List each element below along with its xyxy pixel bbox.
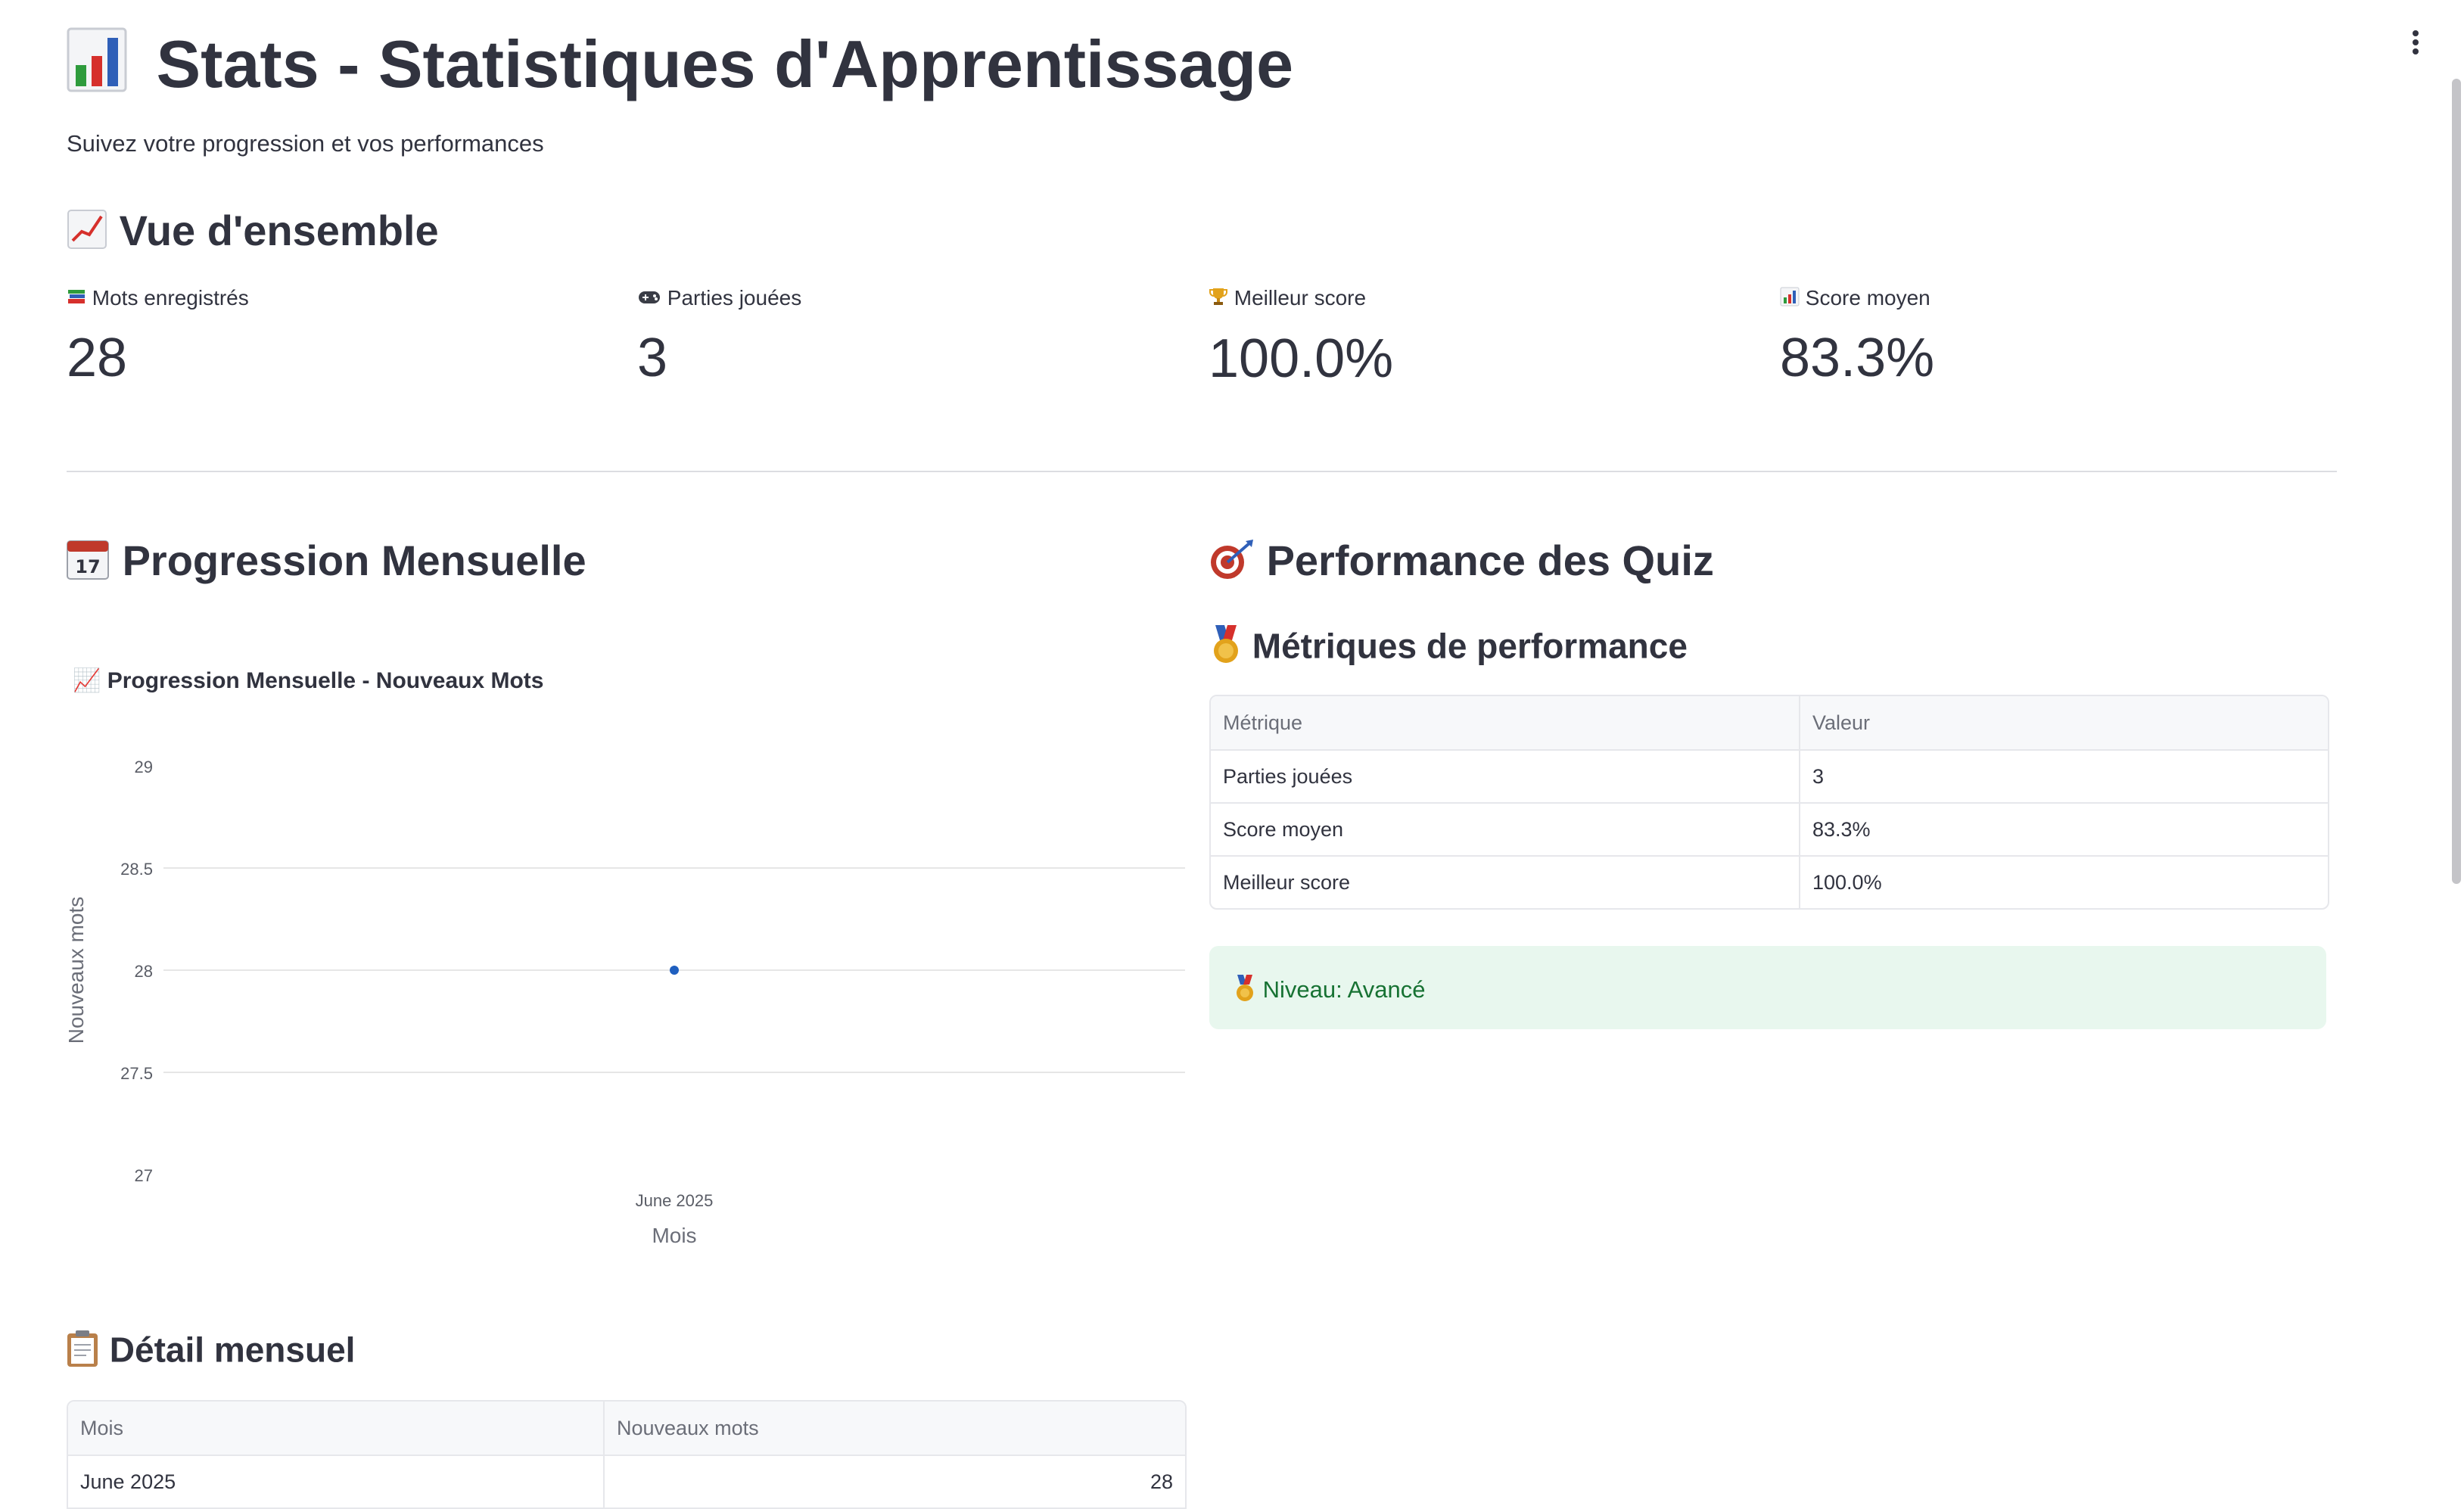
trophy-icon [1209, 286, 1228, 313]
bar-chart-icon [1780, 287, 1800, 312]
performance-metrics-heading: Métriques de performance [1209, 624, 1688, 674]
cell-new-words: 28 [603, 1455, 1185, 1507]
cell-metric: Parties jouées [1211, 750, 1800, 804]
metric-words: Mots enregistrés 28 [67, 286, 596, 389]
performance-metrics-heading-text: Métriques de performance [1252, 626, 1688, 666]
overview-heading-text: Vue d'ensemble [119, 207, 439, 254]
chart-increasing-icon [67, 209, 107, 260]
main-menu-button[interactable] [2400, 27, 2431, 58]
table-row[interactable]: June 2025 28 [68, 1455, 1185, 1507]
clipboard-icon [65, 1329, 100, 1377]
monthly-heading: 17 Progression Mensuelle [65, 536, 586, 592]
gold-medal-icon [1234, 974, 1256, 1009]
bar-chart-icon [67, 27, 127, 111]
table-row[interactable]: Meilleur score 100.0% [1211, 856, 2328, 908]
monthly-progress-chart: 27 27.5 28 28.5 29 June 2025 Mois Nouveaux mots [67, 758, 1185, 1247]
table-row[interactable]: Parties jouées 3 [1211, 750, 2328, 804]
monthly-heading-text: Progression Mensuelle [122, 537, 586, 584]
x-axis-label: Mois [652, 1224, 696, 1247]
cell-metric: Score moyen [1211, 803, 1800, 857]
page-title: Stats - Statistiques d'Apprentissage [67, 23, 1293, 111]
column-header-new-words[interactable]: Nouveaux mots [603, 1402, 1185, 1456]
quiz-heading-text: Performance des Quiz [1266, 537, 1714, 584]
y-tick-label: 27 [135, 1166, 153, 1185]
cell-value: 83.3% [1799, 803, 2328, 857]
column-header-month[interactable]: Mois [68, 1402, 604, 1456]
page-subtitle: Suivez votre progression et vos performa… [67, 130, 544, 157]
page-title-text: Stats - Statistiques d'Apprentissage [156, 26, 1294, 101]
target-icon [1208, 538, 1255, 590]
x-tick-label: June 2025 [636, 1191, 714, 1210]
level-success-alert: Niveau: Avancé [1209, 946, 2326, 1029]
chart-title: 📈 Progression Mensuelle - Nouveaux Mots [73, 667, 544, 694]
level-text: Niveau: Avancé [1262, 976, 1426, 1003]
table-row[interactable]: Score moyen 83.3% [1211, 803, 2328, 857]
metric-value: 100.0% [1209, 328, 1394, 390]
monthly-detail-heading-text: Détail mensuel [109, 1330, 356, 1370]
menu-dot-icon [2413, 39, 2419, 45]
monthly-detail-heading: Détail mensuel [65, 1329, 355, 1377]
menu-dot-icon [2413, 30, 2419, 36]
metric-label: Parties jouées [667, 286, 802, 310]
y-tick-label: 27.5 [120, 1064, 153, 1083]
metric-label: Score moyen [1805, 286, 1930, 310]
performance-metrics-table[interactable]: Métrique Valeur Parties jouées 3 Score m… [1209, 695, 2329, 910]
section-divider [67, 471, 2337, 472]
data-point [670, 966, 679, 975]
menu-dot-icon [2413, 48, 2419, 54]
column-header-value[interactable]: Valeur [1799, 696, 2328, 751]
medal-icon [1209, 624, 1243, 674]
y-tick-label: 28.5 [120, 860, 153, 879]
cell-value: 3 [1799, 750, 2328, 804]
books-icon [67, 287, 86, 312]
metric-best-score: Meilleur score 100.0% [1209, 286, 1738, 390]
y-tick-label: 29 [135, 758, 153, 776]
overview-heading: Vue d'ensemble [67, 206, 439, 260]
metric-value: 28 [67, 328, 128, 389]
y-tick-label: 28 [135, 962, 153, 981]
vertical-scrollbar[interactable] [2452, 79, 2461, 884]
calendar-icon: 17 [65, 537, 110, 592]
monthly-detail-table[interactable]: Mois Nouveaux mots June 2025 28 [67, 1400, 1187, 1509]
metric-games: Parties jouées 3 [637, 286, 1167, 389]
metric-label: Mots enregistrés [92, 286, 249, 310]
cell-month: June 2025 [80, 1470, 176, 1493]
quiz-heading: Performance des Quiz [1208, 536, 1714, 590]
chart-title-text: 📈 Progression Mensuelle - Nouveaux Mots [73, 668, 544, 693]
column-header-metric[interactable]: Métrique [1211, 696, 1800, 751]
metric-value: 3 [637, 327, 668, 388]
y-axis-label: Nouveaux mots [67, 897, 88, 1044]
metric-label: Meilleur score [1234, 286, 1367, 310]
metric-value: 83.3% [1780, 328, 1935, 389]
cell-metric: Meilleur score [1223, 870, 1351, 894]
cell-value: 100.0% [1799, 856, 2328, 908]
svg-text:17: 17 [75, 556, 100, 577]
metric-avg-score: Score moyen 83.3% [1780, 286, 2310, 389]
game-controller-icon [637, 288, 661, 312]
